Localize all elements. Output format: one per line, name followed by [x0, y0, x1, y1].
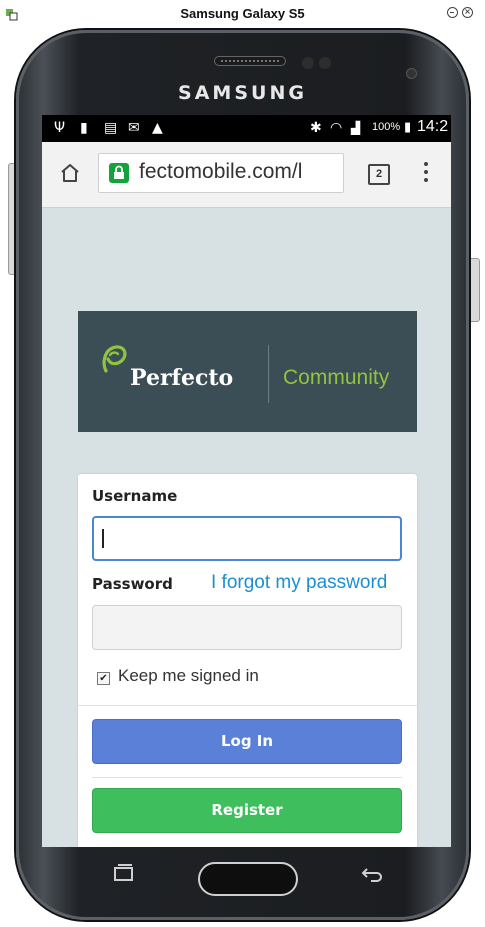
banner-divider [268, 345, 269, 403]
banner-community-label: Community [283, 366, 390, 389]
text-caret [102, 529, 104, 548]
minimize-icon[interactable] [447, 7, 458, 18]
forgot-password-link[interactable]: I forgot my password [211, 572, 387, 594]
keep-signed-in-checkbox[interactable]: ✔ [97, 672, 110, 685]
bluetooth-icon: ✱ [310, 120, 322, 136]
login-button[interactable]: Log In [92, 719, 402, 764]
wifi-icon: ◠ [330, 120, 343, 136]
banner-brand-name: Perfecto [130, 365, 234, 391]
login-form: Username Password I forgot my password ✔… [78, 474, 417, 847]
signal-icon: ▟ [351, 121, 361, 135]
url-bar[interactable]: fectomobile.com/l [98, 153, 344, 193]
password-input[interactable] [92, 605, 402, 650]
status-clock: 14:2 [417, 118, 449, 135]
power-button[interactable] [468, 258, 480, 322]
window-title: Samsung Galaxy S5 [180, 6, 305, 21]
home-hardware-button[interactable] [198, 862, 298, 896]
battery-icon: ▮ [404, 120, 412, 135]
proximity-sensor [302, 57, 314, 69]
device-screen: Ψ ▮ ▤ ✉ ▲ ✱ ◠ ▟ 100% ▮ 14:2 fectomobile.… [42, 115, 451, 847]
lock-icon [109, 163, 129, 183]
battery-full-notification-icon: ▮ [80, 120, 88, 136]
warning-icon: ▲ [152, 120, 163, 136]
password-label: Password [92, 575, 173, 593]
mail-icon: ✉ [128, 120, 140, 136]
browser-toolbar: fectomobile.com/l 2 [42, 142, 451, 208]
divider [92, 777, 402, 778]
front-camera-icon [406, 68, 417, 79]
light-sensor [319, 57, 331, 69]
username-input[interactable] [92, 516, 402, 561]
back-icon[interactable] [357, 865, 385, 885]
earpiece-speaker [214, 56, 286, 66]
usb-icon: Ψ [54, 120, 66, 136]
keep-signed-in-label[interactable]: Keep me signed in [118, 666, 259, 686]
home-icon[interactable] [58, 161, 82, 185]
overflow-menu-icon[interactable] [423, 162, 429, 186]
register-button[interactable]: Register [92, 788, 402, 833]
tab-switcher-button[interactable]: 2 [368, 164, 390, 185]
perfecto-community-banner: Perfecto Community [78, 311, 417, 432]
battery-percentage: 100% [372, 121, 401, 133]
url-text: fectomobile.com/l [139, 160, 303, 183]
status-bar: Ψ ▮ ▤ ✉ ▲ ✱ ◠ ▟ 100% ▮ 14:2 [42, 115, 451, 142]
perfecto-logo-icon [100, 343, 130, 377]
close-icon[interactable]: × [462, 7, 473, 18]
device-brand: SAMSUNG [178, 82, 307, 104]
username-label: Username [92, 487, 178, 505]
divider [78, 705, 417, 706]
recent-apps-icon[interactable] [112, 863, 136, 883]
document-icon: ▤ [104, 120, 118, 136]
